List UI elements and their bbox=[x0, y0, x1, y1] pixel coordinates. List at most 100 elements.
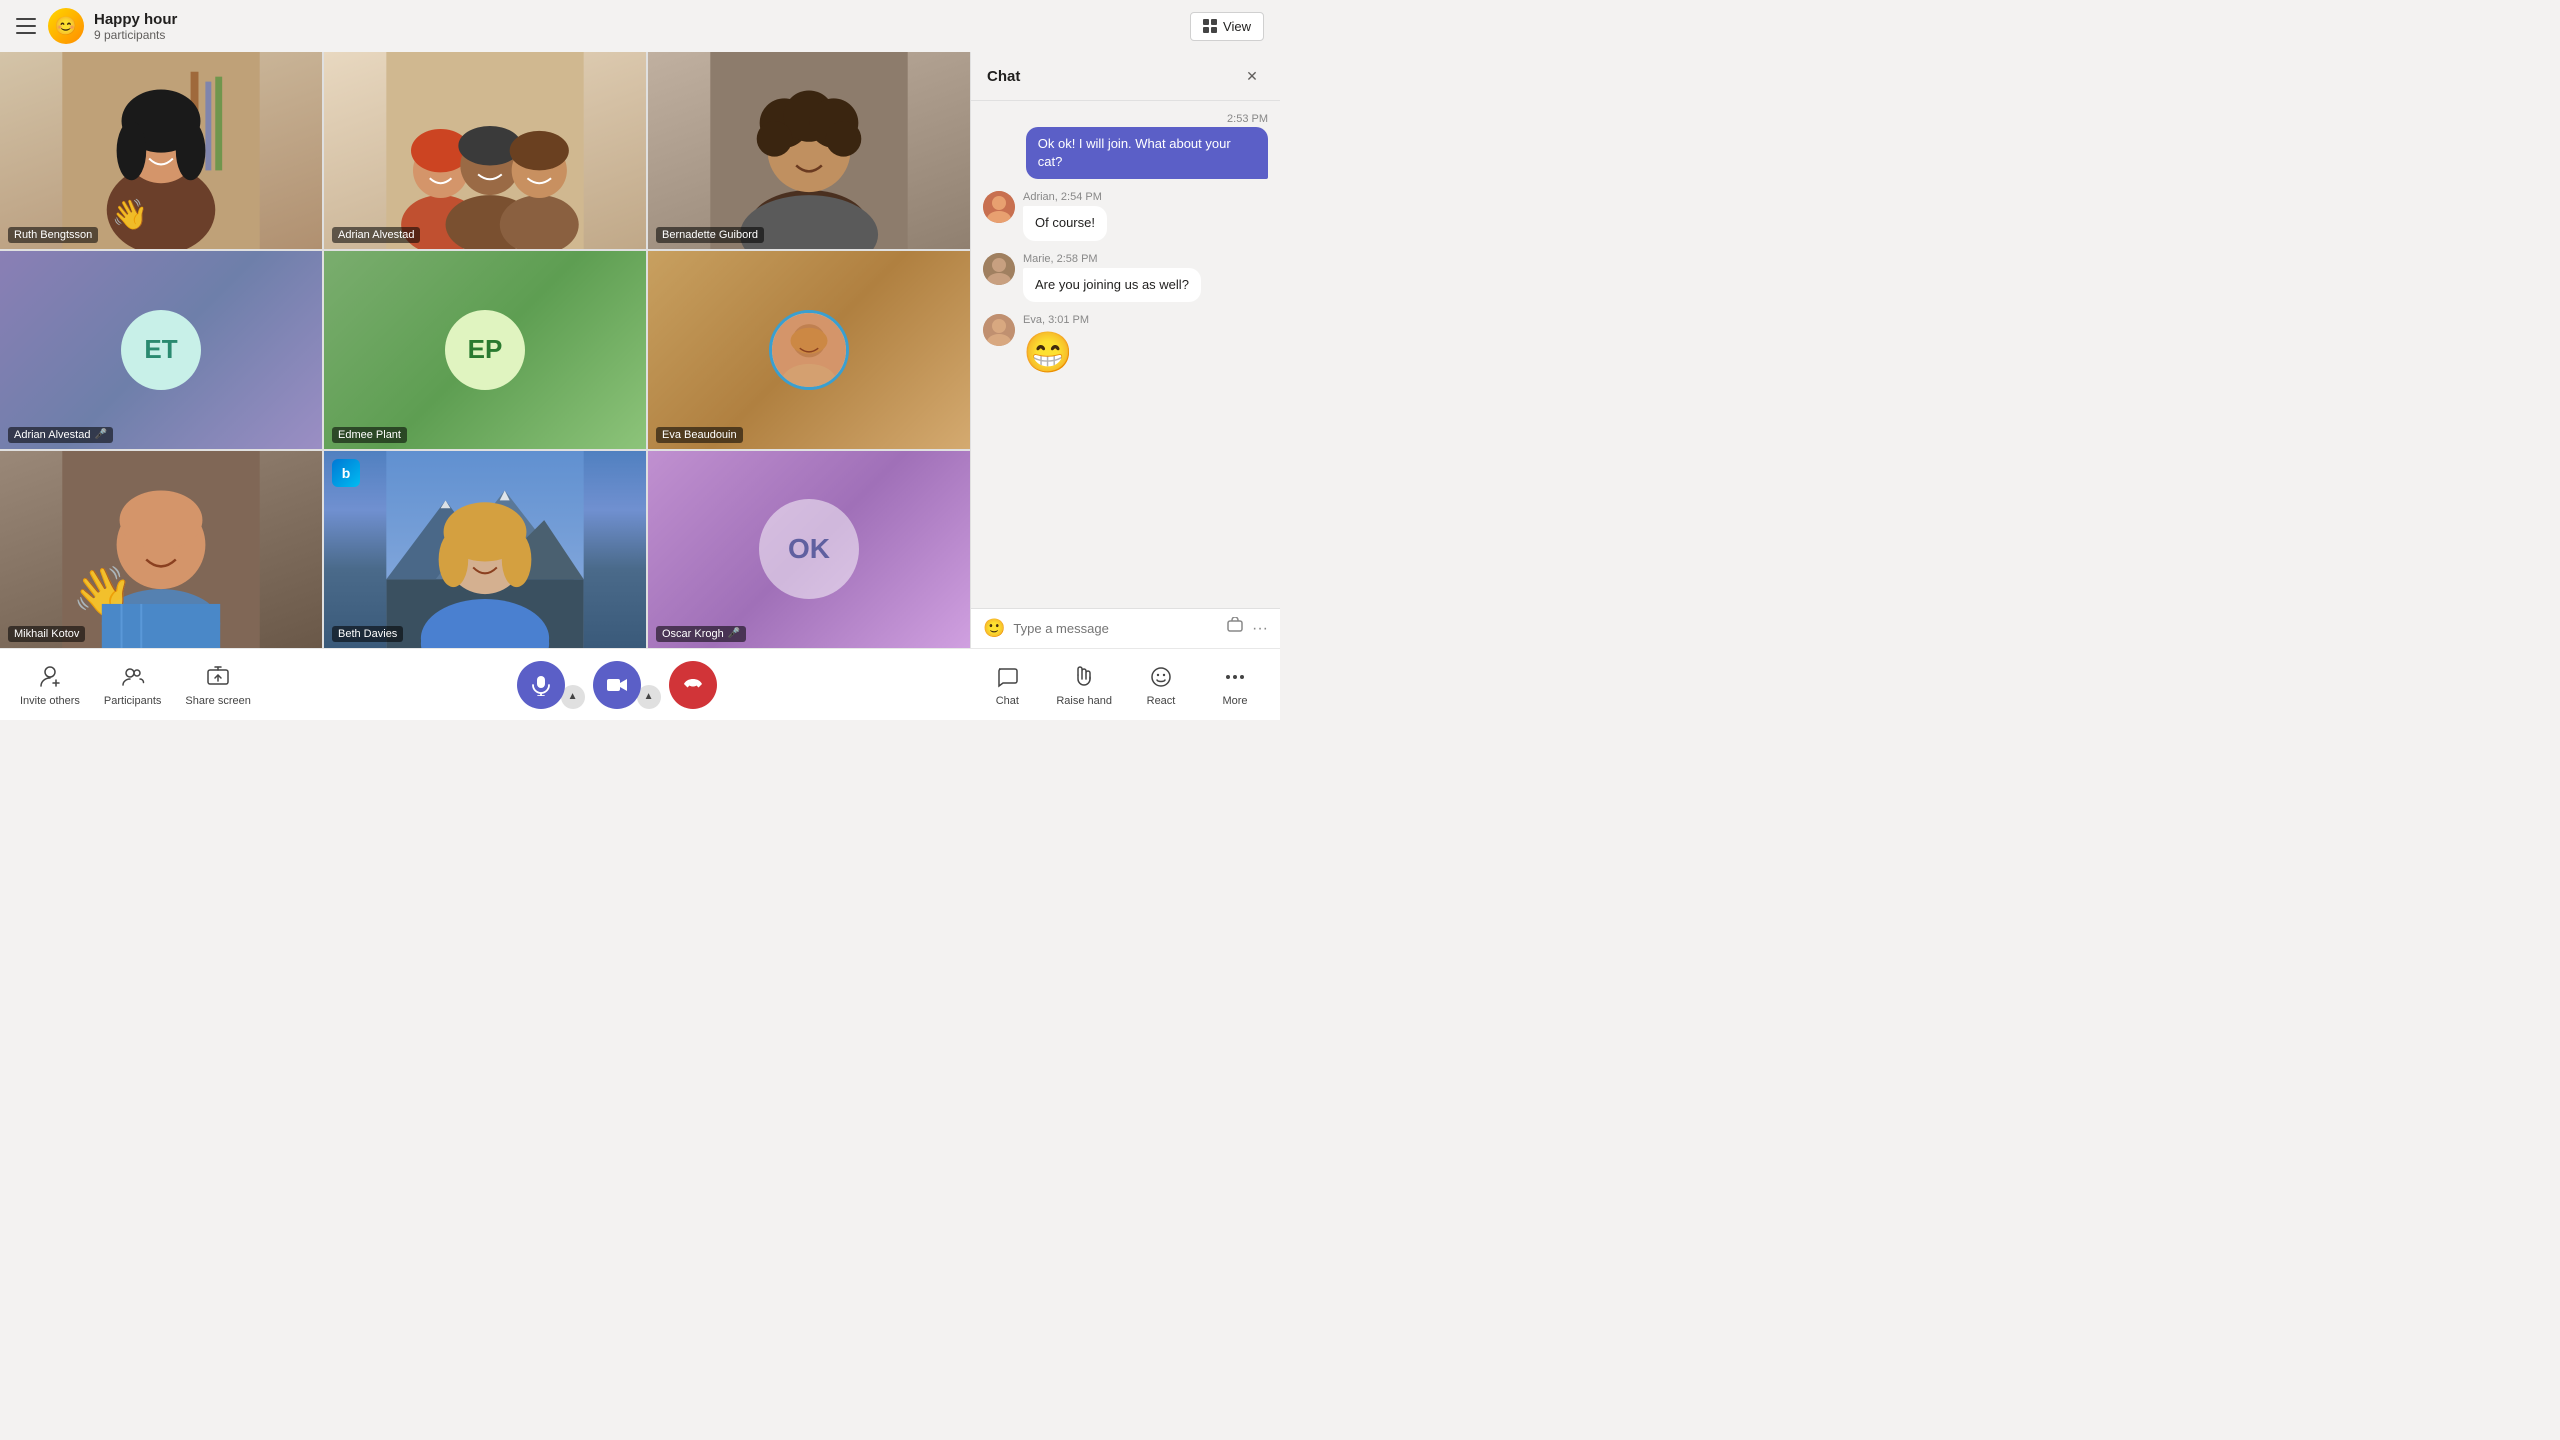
msg-sender-marie: Marie, 2:58 PM bbox=[1023, 253, 1268, 265]
share-screen-button[interactable]: Share screen bbox=[185, 663, 250, 707]
invite-others-button[interactable]: Invite others bbox=[20, 663, 80, 707]
chat-input-area: 🙂 ··· bbox=[971, 608, 1280, 648]
bing-logo: b bbox=[332, 459, 360, 487]
marie-avatar-svg bbox=[983, 253, 1015, 285]
avatar-et: ET bbox=[121, 310, 201, 390]
msg-time-1: 2:53 PM bbox=[1227, 113, 1268, 125]
msg-content-marie: Marie, 2:58 PM Are you joining us as wel… bbox=[1023, 253, 1268, 302]
msg-avatar-adrian bbox=[983, 191, 1015, 223]
video-cell-ruth: 👋 Ruth Bengtsson bbox=[0, 52, 322, 249]
svg-text:👋: 👋 bbox=[112, 199, 149, 233]
avatar-ep: EP bbox=[445, 310, 525, 390]
react-label: React bbox=[1147, 695, 1176, 707]
msg-bubble-1: Ok ok! I will join. What about your cat? bbox=[1026, 127, 1268, 179]
participant-count: 9 participants bbox=[94, 28, 1190, 42]
label-et: Adrian Alvestad 🎤 bbox=[8, 427, 113, 443]
eva-svg bbox=[772, 310, 846, 390]
chat-messages: 2:53 PM Ok ok! I will join. What about y… bbox=[971, 101, 1280, 608]
bottom-bar: Invite others Participants bbox=[0, 648, 1280, 720]
label-mikhail: Mikhail Kotov bbox=[8, 626, 85, 642]
video-pair: ▲ bbox=[593, 661, 661, 709]
video-icon bbox=[606, 674, 628, 696]
mute-button[interactable] bbox=[517, 661, 565, 709]
video-cell-et: ET Adrian Alvestad 🎤 bbox=[0, 251, 322, 448]
hang-up-button[interactable] bbox=[669, 661, 717, 709]
video-cell-eva: Eva Beaudouin bbox=[648, 251, 970, 448]
label-adrian: Adrian Alvestad bbox=[332, 227, 420, 243]
video-cell-oscar: OK Oscar Krogh 🎤 bbox=[648, 451, 970, 648]
mic-pair: ▲ bbox=[517, 661, 585, 709]
label-oscar: Oscar Krogh 🎤 bbox=[656, 626, 746, 642]
share-screen-icon bbox=[204, 663, 232, 691]
label-ep: Edmee Plant bbox=[332, 427, 407, 443]
more-label: More bbox=[1222, 695, 1247, 707]
bottom-right-controls: Chat Raise hand React bbox=[982, 663, 1260, 707]
adrian-avatar-svg bbox=[983, 191, 1015, 223]
grid-icon bbox=[1203, 19, 1217, 33]
video-group: ▲ bbox=[593, 661, 661, 709]
share-screen-label: Share screen bbox=[185, 695, 250, 707]
bottom-left-controls: Invite others Participants bbox=[20, 663, 251, 707]
msg-content-adrian: Adrian, 2:54 PM Of course! bbox=[1023, 191, 1268, 240]
mikhail-svg: 👋 bbox=[0, 451, 322, 648]
more-icon bbox=[1221, 663, 1249, 691]
view-button[interactable]: View bbox=[1190, 12, 1264, 41]
invite-label: Invite others bbox=[20, 695, 80, 707]
eva-avatar-svg bbox=[983, 314, 1015, 346]
react-button[interactable]: React bbox=[1136, 663, 1186, 707]
more-button[interactable]: More bbox=[1210, 663, 1260, 707]
msg-emoji-eva: 😁 bbox=[1023, 329, 1268, 376]
toggle-video-button[interactable] bbox=[593, 661, 641, 709]
attach-button[interactable] bbox=[1226, 617, 1244, 640]
header: 😊 Happy hour 9 participants View bbox=[0, 0, 1280, 52]
video-cell-mikhail: 👋 Mikhail Kotov bbox=[0, 451, 322, 648]
chat-message-input[interactable] bbox=[1013, 621, 1218, 636]
invite-icon bbox=[36, 663, 64, 691]
bernadette-svg bbox=[648, 52, 970, 249]
mute-icon-oscar: 🎤 bbox=[728, 628, 740, 639]
chat-title: Chat bbox=[987, 68, 1020, 85]
msg-incoming-adrian: Adrian, 2:54 PM Of course! bbox=[983, 191, 1268, 240]
mic-group: ▲ bbox=[517, 661, 585, 709]
attach-icon bbox=[1226, 617, 1244, 635]
video-cell-bernadette: Bernadette Guibord bbox=[648, 52, 970, 249]
label-ruth: Ruth Bengtsson bbox=[8, 227, 98, 243]
label-bernadette: Bernadette Guibord bbox=[656, 227, 764, 243]
video-cell-beth: b Beth Davies bbox=[324, 451, 646, 648]
raise-hand-button[interactable]: Raise hand bbox=[1056, 663, 1112, 707]
chat-button[interactable]: Chat bbox=[982, 663, 1032, 707]
video-cell-adrian: Adrian Alvestad bbox=[324, 52, 646, 249]
msg-avatar-eva bbox=[983, 314, 1015, 346]
raise-hand-icon bbox=[1070, 663, 1098, 691]
msg-outgoing-1: 2:53 PM Ok ok! I will join. What about y… bbox=[983, 113, 1268, 179]
label-eva: Eva Beaudouin bbox=[656, 427, 743, 443]
msg-incoming-marie: Marie, 2:58 PM Are you joining us as wel… bbox=[983, 253, 1268, 302]
menu-icon[interactable] bbox=[16, 16, 36, 36]
msg-text-marie: Are you joining us as well? bbox=[1023, 268, 1201, 302]
raise-hand-label: Raise hand bbox=[1056, 695, 1112, 707]
mic-icon bbox=[530, 674, 552, 696]
beth-person-svg bbox=[324, 451, 646, 648]
msg-sender-eva: Eva, 3:01 PM bbox=[1023, 314, 1268, 326]
chat-label: Chat bbox=[996, 695, 1019, 707]
meeting-avatar: 😊 bbox=[48, 8, 84, 44]
chat-icon bbox=[993, 663, 1021, 691]
ruth-svg: 👋 bbox=[0, 52, 322, 249]
chat-close-button[interactable]: ✕ bbox=[1240, 64, 1264, 88]
video-grid: 👋 Ruth Bengtsson bbox=[0, 52, 970, 648]
msg-avatar-marie bbox=[983, 253, 1015, 285]
main-content: 👋 Ruth Bengtsson bbox=[0, 52, 1280, 648]
emoji-button[interactable]: 🙂 bbox=[983, 618, 1005, 639]
msg-sender-adrian: Adrian, 2:54 PM bbox=[1023, 191, 1268, 203]
chat-header: Chat ✕ bbox=[971, 52, 1280, 101]
video-cell-ep: EP Edmee Plant bbox=[324, 251, 646, 448]
participants-label: Participants bbox=[104, 695, 161, 707]
mute-icon-et: 🎤 bbox=[94, 429, 106, 440]
participants-button[interactable]: Participants bbox=[104, 663, 161, 707]
header-info: Happy hour 9 participants bbox=[94, 11, 1190, 42]
label-beth: Beth Davies bbox=[332, 626, 403, 642]
chat-more-button[interactable]: ··· bbox=[1252, 620, 1268, 638]
msg-text-adrian: Of course! bbox=[1023, 206, 1107, 240]
meeting-title: Happy hour bbox=[94, 11, 1190, 28]
participants-icon bbox=[119, 663, 147, 691]
